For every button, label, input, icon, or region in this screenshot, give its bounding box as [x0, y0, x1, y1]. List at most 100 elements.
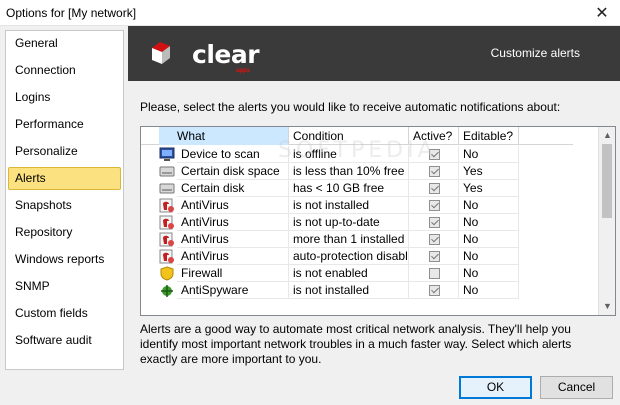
condition-cell: is offline: [289, 146, 409, 163]
editable-cell: Yes: [459, 180, 519, 197]
table-row[interactable]: Certain disk has < 10 GB free Yes: [141, 180, 573, 197]
what-cell: AntiVirus: [177, 197, 289, 214]
active-checkbox[interactable]: [429, 234, 440, 245]
active-cell: [409, 197, 459, 214]
sidebar-item-connection[interactable]: Connection: [8, 59, 121, 82]
active-checkbox[interactable]: [429, 166, 440, 177]
editable-cell: No: [459, 248, 519, 265]
clearapps-logo-mark: [152, 42, 170, 64]
active-checkbox[interactable]: [429, 149, 440, 160]
sidebar-item-performance[interactable]: Performance: [8, 113, 121, 136]
sidebar-item-software-audit[interactable]: Software audit: [8, 329, 121, 352]
banner: clear apps Customize alerts: [128, 26, 620, 81]
disk-icon: [159, 164, 175, 179]
sidebar-item-personalize[interactable]: Personalize: [8, 140, 121, 163]
antivirus-icon: [159, 215, 175, 230]
alerts-description: Alerts are a good way to automate most c…: [140, 322, 572, 366]
what-column-header[interactable]: What: [159, 127, 289, 145]
active-cell: [409, 248, 459, 265]
sidebar-item-general[interactable]: General: [8, 32, 121, 55]
sidebar-item-alerts[interactable]: Alerts: [8, 167, 121, 190]
active-checkbox[interactable]: [429, 268, 440, 279]
monitor-icon: [159, 147, 175, 162]
disk-icon: [159, 181, 175, 196]
scroll-thumb[interactable]: [602, 144, 612, 218]
sidebar-item-repository[interactable]: Repository: [8, 221, 121, 244]
what-cell: Certain disk: [177, 180, 289, 197]
active-cell: [409, 282, 459, 299]
table-row[interactable]: AntiVirus more than 1 installed No: [141, 231, 573, 248]
table-row[interactable]: Firewall is not enabled No: [141, 265, 573, 282]
condition-cell: auto-protection disabled: [289, 248, 409, 265]
editable-cell: No: [459, 197, 519, 214]
active-cell: [409, 231, 459, 248]
condition-column-header[interactable]: Condition: [289, 127, 409, 145]
editable-cell: No: [459, 265, 519, 282]
editable-cell: No: [459, 231, 519, 248]
editable-cell: Yes: [459, 163, 519, 180]
what-cell: AntiSpyware: [177, 282, 289, 299]
alerts-panel: clear apps Customize alerts Please, sele…: [128, 26, 620, 370]
table-row[interactable]: AntiVirus auto-protection disabled No: [141, 248, 573, 265]
logo-text: clear: [192, 40, 260, 69]
what-cell: Firewall: [177, 265, 289, 282]
active-cell: [409, 146, 459, 163]
alerts-table-header: What Condition Active? Editable?: [141, 127, 573, 145]
sidebar-item-windows-reports[interactable]: Windows reports: [8, 248, 121, 271]
sidebar-item-logins[interactable]: Logins: [8, 86, 121, 109]
panel-heading: Customize alerts: [490, 46, 580, 60]
what-cell: AntiVirus: [177, 231, 289, 248]
window-title: Options for [My network]: [6, 6, 137, 20]
condition-cell: has < 10 GB free: [289, 180, 409, 197]
active-cell: [409, 214, 459, 231]
editable-cell: No: [459, 214, 519, 231]
active-checkbox[interactable]: [429, 183, 440, 194]
table-row[interactable]: AntiVirus is not installed No: [141, 197, 573, 214]
scroll-up-icon[interactable]: ▲: [599, 127, 615, 144]
table-row[interactable]: Device to scan is offline No: [141, 146, 573, 163]
active-cell: [409, 163, 459, 180]
what-cell: AntiVirus: [177, 248, 289, 265]
what-cell: AntiVirus: [177, 214, 289, 231]
active-checkbox[interactable]: [429, 217, 440, 228]
alerts-table[interactable]: What Condition Active? Editable? Device to …: [140, 126, 616, 316]
active-checkbox[interactable]: [429, 200, 440, 211]
cancel-button[interactable]: Cancel: [540, 376, 613, 399]
close-icon[interactable]: ✕: [584, 0, 620, 26]
sidebar-item-snmp[interactable]: SNMP: [8, 275, 121, 298]
antispyware-icon: [159, 283, 175, 298]
ok-button[interactable]: OK: [459, 376, 532, 399]
active-column-header[interactable]: Active?: [409, 127, 459, 145]
table-row[interactable]: AntiVirus is not up-to-date No: [141, 214, 573, 231]
editable-cell: No: [459, 146, 519, 163]
antivirus-icon: [159, 249, 175, 264]
alerts-prompt: Please, select the alerts you would like…: [140, 100, 561, 114]
options-sidebar: General Connection Logins Performance Person…: [5, 30, 124, 370]
editable-column-header[interactable]: Editable?: [459, 127, 519, 145]
antivirus-icon: [159, 232, 175, 247]
active-checkbox[interactable]: [429, 285, 440, 296]
sidebar-item-snapshots[interactable]: Snapshots: [8, 194, 121, 217]
condition-cell: is less than 10% free: [289, 163, 409, 180]
table-row[interactable]: AntiSpyware is not installed No: [141, 282, 573, 299]
scroll-down-icon[interactable]: ▼: [599, 298, 615, 315]
title-bar: Options for [My network] ✕: [0, 0, 620, 26]
what-cell: Device to scan: [177, 146, 289, 163]
clearapps-logo: clear apps: [148, 36, 260, 74]
alerts-table-scrollbar[interactable]: ▲ ▼: [598, 127, 615, 315]
condition-cell: is not enabled: [289, 265, 409, 282]
what-cell: Certain disk space: [177, 163, 289, 180]
logo-subtext: apps: [236, 68, 251, 74]
antivirus-icon: [159, 198, 175, 213]
table-row[interactable]: Certain disk space is less than 10% free Y…: [141, 163, 573, 180]
dialog-footer: OK Cancel: [0, 370, 620, 405]
firewall-icon: [159, 266, 175, 281]
active-checkbox[interactable]: [429, 251, 440, 262]
condition-cell: is not up-to-date: [289, 214, 409, 231]
active-cell: [409, 265, 459, 282]
condition-cell: is not installed: [289, 197, 409, 214]
editable-cell: No: [459, 282, 519, 299]
condition-cell: more than 1 installed: [289, 231, 409, 248]
condition-cell: is not installed: [289, 282, 409, 299]
sidebar-item-custom-fields[interactable]: Custom fields: [8, 302, 121, 325]
